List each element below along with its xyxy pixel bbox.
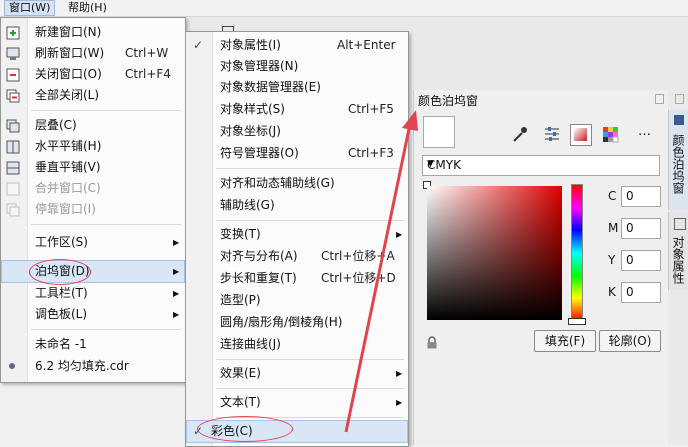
annotation-arrow-icon <box>344 110 418 433</box>
